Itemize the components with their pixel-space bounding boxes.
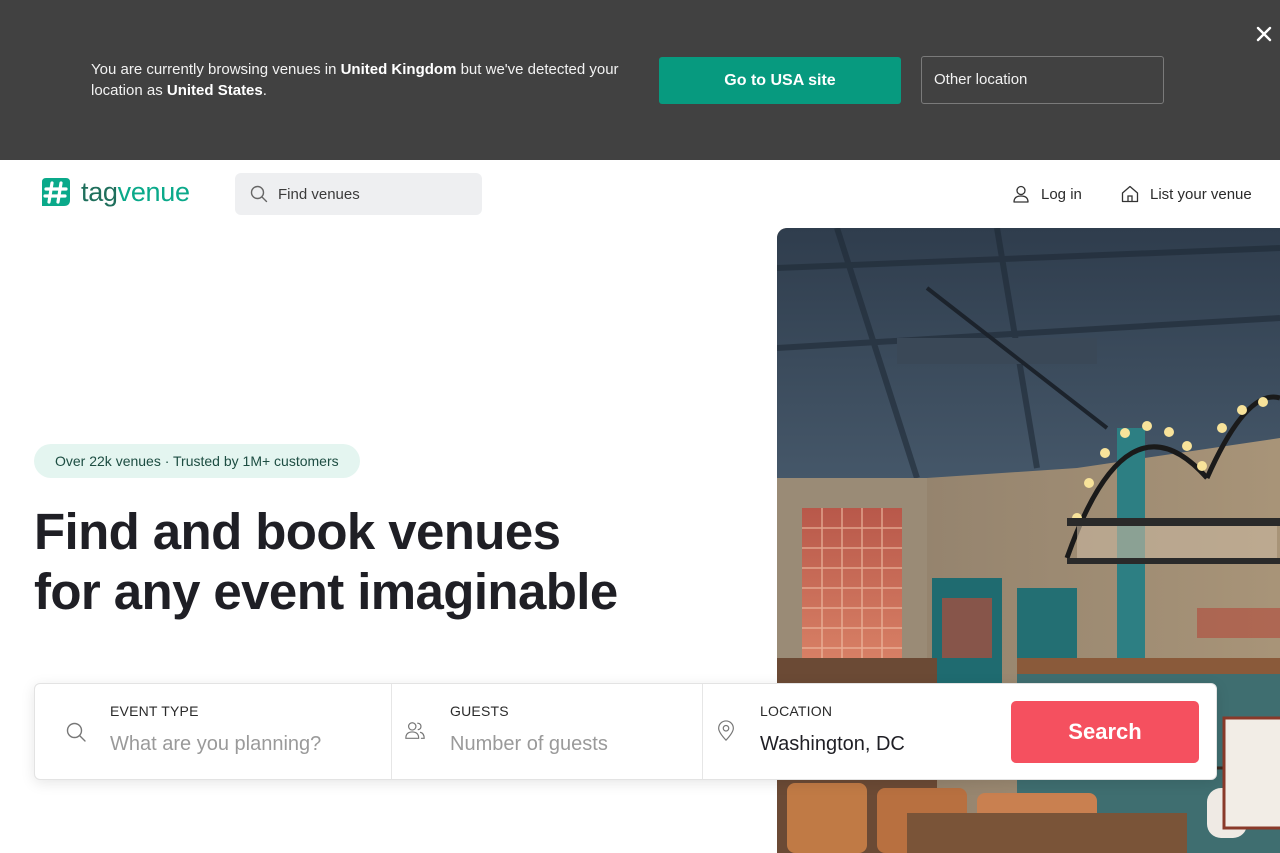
logo-wordmark: tagvenue: [81, 177, 190, 208]
event-type-label: EVENT TYPE: [110, 703, 199, 719]
home-icon: [1121, 185, 1139, 203]
hero-title-line-1: Find and book venues: [34, 503, 561, 560]
map-pin-icon: [718, 720, 734, 741]
banner-text-prefix: You are currently browsing venues in: [91, 61, 341, 78]
location-field[interactable]: LOCATION Washington, DC: [702, 684, 1002, 779]
logo-text-tag: tag: [81, 176, 118, 207]
banner-text-suffix: .: [262, 82, 267, 99]
current-country: United Kingdom: [340, 61, 457, 78]
search-icon: [66, 722, 86, 742]
search-icon: [250, 185, 268, 203]
hashtag-logo-icon: [42, 178, 70, 206]
close-icon[interactable]: [1252, 22, 1276, 46]
login-label: Log in: [1041, 185, 1082, 203]
guests-placeholder: Number of guests: [450, 733, 608, 755]
list-venue-label: List your venue: [1150, 185, 1252, 203]
logo-text-venue: venue: [117, 176, 190, 207]
trust-badge: Over 22k venues · Trusted by 1M+ custome…: [34, 444, 360, 478]
search-button[interactable]: Search: [1011, 701, 1199, 763]
header-search-placeholder: Find venues: [278, 185, 360, 203]
login-link[interactable]: Log in: [1011, 180, 1082, 208]
header-search-input[interactable]: Find venues: [235, 173, 482, 215]
location-banner: You are currently browsing venues in Uni…: [0, 0, 1280, 160]
guests-label: GUESTS: [450, 703, 509, 719]
other-location-button[interactable]: Other location: [921, 56, 1164, 104]
go-to-usa-button[interactable]: Go to USA site: [659, 57, 901, 104]
tagvenue-logo[interactable]: tagvenue: [38, 172, 190, 212]
event-type-placeholder: What are you planning?: [110, 733, 322, 755]
people-icon: [405, 722, 425, 739]
location-value: Washington, DC: [760, 733, 905, 755]
location-label: LOCATION: [760, 703, 833, 719]
detected-country: United States: [166, 82, 263, 99]
hero-title: Find and book venues for any event imagi…: [34, 502, 734, 622]
list-your-venue-link[interactable]: List your venue: [1120, 180, 1252, 208]
venue-search-bar: EVENT TYPE What are you planning? GUESTS…: [34, 683, 1217, 780]
guests-field[interactable]: GUESTS Number of guests: [391, 684, 702, 779]
event-type-field[interactable]: EVENT TYPE What are you planning?: [35, 684, 391, 779]
banner-message: You are currently browsing venues in Uni…: [91, 59, 636, 101]
user-icon: [1013, 185, 1029, 203]
hero-title-line-2: for any event imaginable: [34, 563, 618, 620]
